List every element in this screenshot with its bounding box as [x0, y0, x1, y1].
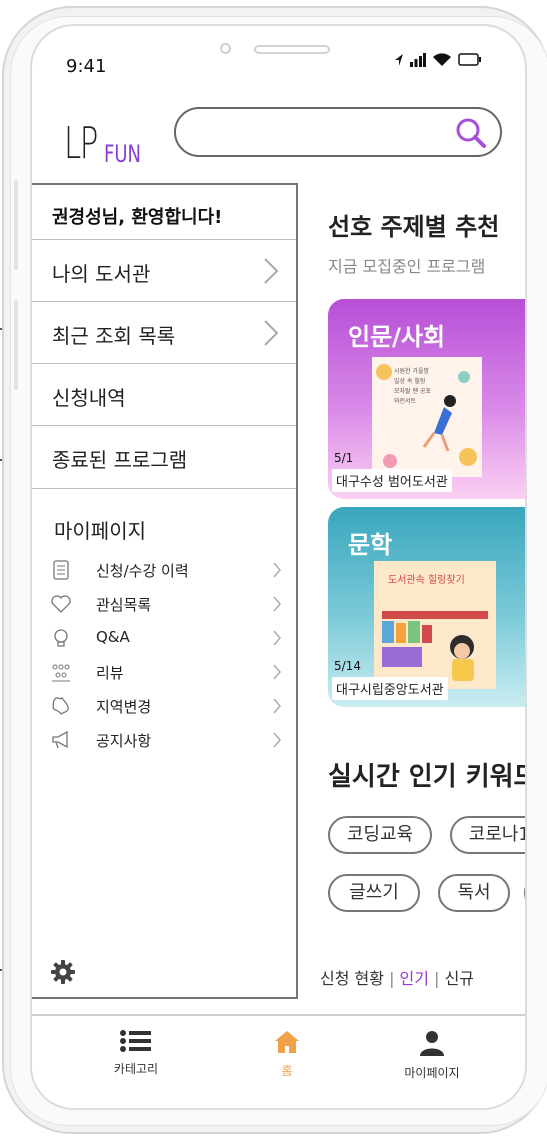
drawer-item-label: 신청내역 [52, 386, 126, 410]
keyword-chip[interactable]: 독서 [438, 874, 510, 912]
battery-icon [458, 53, 481, 66]
search-bar[interactable] [174, 107, 502, 157]
card-library: 대구시립중앙도서관 [332, 677, 448, 700]
card-date: 5/14 [334, 659, 361, 673]
logo-sub-text: FUN [104, 140, 141, 168]
mypage-item-label: Q&A [96, 628, 130, 646]
mypage-item-label: 신청/수강 이력 [96, 562, 189, 580]
status-icons [394, 52, 482, 67]
drawer-item-label: 최근 조회 목록 [52, 324, 176, 348]
document-icon [53, 560, 69, 580]
svg-text:와린서트: 와린서트 [394, 397, 417, 405]
heart-icon [51, 595, 71, 613]
logo-main-text: LP [64, 118, 98, 169]
settings-gear-icon[interactable] [50, 959, 76, 985]
wifi-icon [433, 53, 451, 66]
card-date: 5/1 [334, 451, 354, 465]
keyword-chip[interactable]: 역사 [524, 874, 525, 912]
keyword-chip[interactable]: 코딩교육 [328, 816, 432, 854]
tab-separator: | [434, 969, 440, 988]
drawer-item-recent-views[interactable]: 최근 조회 목록 [32, 301, 296, 364]
svg-text:일상 속 힐링: 일상 속 힐링 [394, 377, 425, 385]
section-title: 선호 주제별 추천 [328, 213, 500, 241]
drawer-item-label: 나의 도서관 [52, 262, 151, 286]
drawer-item-label: 종료된 프로그램 [52, 448, 188, 472]
user-icon [420, 1031, 444, 1056]
search-icon[interactable] [454, 116, 488, 150]
card-category: 문학 [348, 531, 393, 559]
drawer-item-ended-programs[interactable]: 종료된 프로그램 [32, 425, 296, 489]
earpiece-speaker [254, 45, 330, 54]
card-library: 대구수성 범어도서관 [332, 469, 452, 492]
section-subtitle: 지금 모집중인 프로그램 [328, 257, 486, 276]
map-icon [52, 696, 69, 715]
svg-text:도서관속 힐링찾기: 도서관속 힐링찾기 [388, 573, 465, 586]
mypage-item-label: 관심목록 [96, 596, 152, 614]
chevron-right-icon [264, 320, 279, 346]
mypage-item-favorites[interactable]: 관심목록 [50, 591, 290, 617]
application-status-tabs: 신청 현황 | 인기 | 신규 [320, 965, 474, 989]
program-card[interactable]: 인문/사회 시원한 가을밤 일상 속 힐링 모자랄 땐 공포 와린서트 5/1 … [328, 299, 525, 499]
mypage-item-reviews[interactable]: 리뷰 [50, 659, 290, 685]
chevron-right-icon [273, 698, 281, 714]
front-camera [220, 43, 231, 54]
mypage-item-history[interactable]: 신청/수강 이력 [50, 557, 290, 583]
mypage-item-label: 공지사항 [96, 732, 152, 750]
phone-side-button [14, 300, 18, 390]
app-logo[interactable]: LP FUN [64, 118, 153, 169]
drawer-item-applications[interactable]: 신청내역 [32, 363, 296, 426]
nav-label: 홈 [281, 1064, 293, 1078]
drawer-item-my-library[interactable]: 나의 도서관 [32, 239, 296, 302]
menu-icon [120, 1030, 151, 1052]
people-icon [52, 664, 70, 682]
side-drawer: 권경성님, 환영합니다! 나의 도서관 최근 조회 목록 신청내역 종료된 프로… [32, 183, 298, 999]
mypage-item-label: 리뷰 [96, 664, 124, 682]
chevron-right-icon [273, 562, 281, 578]
welcome-message: 권경성님, 환영합니다! [52, 207, 223, 228]
mypage-section-title: 마이페이지 [54, 519, 146, 543]
nav-item-home[interactable]: 홈 [227, 1030, 347, 1079]
status-time: 9:41 [66, 56, 107, 77]
location-icon [395, 53, 403, 66]
megaphone-icon [52, 730, 68, 749]
mypage-item-region-change[interactable]: 지역변경 [50, 693, 290, 719]
tab-popular[interactable]: 인기 [400, 969, 429, 988]
nav-item-mypage[interactable]: 마이페이지 [372, 1030, 492, 1081]
svg-text:시원한 가을밤: 시원한 가을밤 [394, 367, 430, 375]
svg-text:모자랄 땐 공포: 모자랄 땐 공포 [394, 387, 431, 395]
tab-separator: | [389, 969, 395, 988]
chevron-right-icon [273, 732, 281, 748]
keyword-chip[interactable]: 글쓰기 [328, 874, 420, 912]
chevron-right-icon [273, 630, 281, 646]
home-icon [275, 1031, 299, 1053]
keyword-chip[interactable]: 코로나19 [450, 816, 525, 854]
tab-status[interactable]: 신청 현황 [320, 969, 384, 988]
mypage-item-label: 지역변경 [96, 698, 152, 716]
mypage-item-notices[interactable]: 공지사항 [50, 727, 290, 753]
nav-item-category[interactable]: 카테고리 [76, 1030, 196, 1077]
phone-side-button [14, 180, 18, 270]
lightbulb-icon [54, 629, 68, 647]
popular-keywords-title: 실시간 인기 키워드 [328, 762, 527, 792]
book-cover-image: 도서관속 힐링찾기 [374, 561, 496, 689]
nav-label: 마이페이지 [404, 1066, 460, 1080]
card-category: 인문/사회 [348, 323, 446, 351]
tab-new[interactable]: 신규 [445, 969, 474, 988]
chevron-right-icon [264, 258, 279, 284]
program-card[interactable]: 문학 도서관속 힐링찾기 5/14 대구시립중앙도서관 [328, 507, 525, 707]
signal-icon [410, 52, 426, 67]
bottom-navigation: 카테고리 홈 마이페이지 [32, 1014, 525, 1108]
phone-screen: 9:41 LP FUN 선호 주제별 추천 지금 모집중인 프로그램 인문/사회… [30, 24, 527, 1110]
chevron-right-icon [273, 596, 281, 612]
nav-label: 카테고리 [113, 1062, 159, 1076]
mypage-item-qna[interactable]: Q&A [50, 625, 290, 651]
book-cover-image: 시원한 가을밤 일상 속 힐링 모자랄 땐 공포 와린서트 [372, 357, 482, 477]
search-input[interactable] [194, 119, 458, 147]
chevron-right-icon [273, 664, 281, 680]
